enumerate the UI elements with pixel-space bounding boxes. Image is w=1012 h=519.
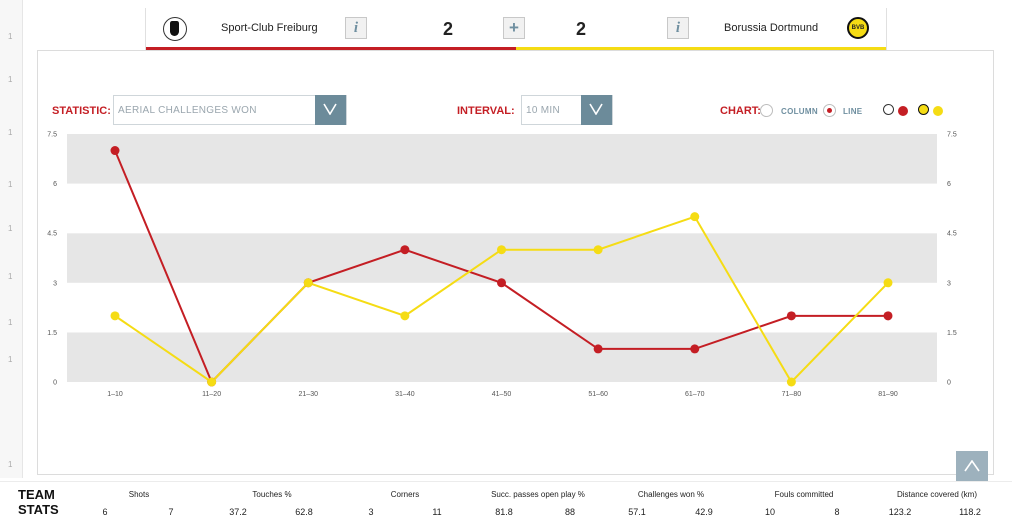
y-tick-label-left: 3 — [53, 280, 57, 287]
series-1-point — [303, 278, 313, 288]
grid-band — [67, 183, 937, 234]
y-tick-label-right: 4.5 — [947, 231, 957, 238]
x-tick-label: 21–30 — [299, 391, 319, 398]
series-0-point — [497, 278, 506, 288]
grid-band — [67, 134, 937, 184]
stat-home-value: 57.1 — [628, 507, 646, 517]
stat-label: Shots — [128, 490, 150, 499]
stat-label: Corners — [390, 490, 420, 499]
series-1-point — [690, 212, 700, 222]
stat-away-value: 118.2 — [959, 507, 981, 517]
series-0-point — [110, 146, 120, 156]
scroll-up-button[interactable] — [956, 451, 988, 483]
stat-away-value: 11 — [432, 507, 442, 517]
series-1-point — [400, 311, 410, 321]
stat-home-value: 3 — [368, 507, 374, 517]
stat-label: Touches % — [252, 490, 292, 499]
y-tick-label-left: 1.5 — [47, 330, 57, 337]
y-tick-label-left: 0 — [53, 380, 57, 387]
grid-band — [67, 233, 937, 283]
y-tick-label-right: 7.5 — [947, 132, 957, 139]
stat-away-value: 62.8 — [295, 507, 313, 517]
grid-band — [67, 332, 937, 382]
grid-band — [67, 282, 937, 333]
stat-home-value: 6 — [102, 507, 108, 517]
team-stats-bar: TEAM STATS Shots 6 7 Touches % 37.2 62.8 Corne… — [0, 481, 1012, 519]
team-stats-title: TEAM STATS — [18, 487, 59, 517]
team-stats-title-line1: TEAM — [18, 487, 55, 502]
series-1-point — [883, 278, 893, 288]
y-tick-label-right: 1.5 — [947, 330, 957, 337]
series-0-point — [593, 344, 603, 354]
stat-label: Fouls committed — [774, 490, 834, 499]
x-tick-label: 41–50 — [492, 391, 512, 398]
y-tick-label-right: 0 — [947, 380, 951, 387]
series-0-point — [786, 311, 796, 321]
series-1-point — [497, 245, 506, 255]
series-1-point — [786, 377, 796, 387]
x-tick-label: 11–20 — [202, 391, 221, 398]
stat-label: Distance covered (km) — [896, 490, 978, 499]
stat-away-value: 88 — [564, 507, 576, 517]
y-tick-label-left: 7.5 — [47, 132, 57, 139]
stat-home-value: 10 — [764, 507, 776, 517]
chevron-up-icon — [964, 460, 980, 472]
stat-label: Challenges won % — [637, 490, 705, 499]
x-tick-label: 61–70 — [685, 391, 705, 398]
x-tick-label: 81–90 — [878, 391, 898, 398]
x-tick-label: 1–10 — [107, 391, 123, 398]
x-tick-label: 51–60 — [588, 391, 608, 398]
y-tick-label-left: 4.5 — [47, 231, 57, 238]
stat-home-value: 123.2 — [888, 507, 912, 517]
stat-home-value: 81.8 — [495, 507, 513, 517]
y-tick-label-left: 6 — [53, 181, 57, 188]
team-stats-title-line2: STATS — [18, 502, 59, 517]
series-1-point — [593, 245, 603, 255]
y-tick-label-right: 6 — [947, 181, 951, 188]
stat-away-value: 8 — [834, 507, 840, 517]
y-tick-label-right: 3 — [947, 280, 951, 287]
series-1-point — [110, 311, 120, 321]
series-1-point — [207, 377, 217, 387]
x-tick-label: 31–40 — [395, 391, 415, 398]
x-tick-label: 71–80 — [782, 391, 802, 398]
series-0-point — [690, 344, 700, 354]
stat-home-value: 37.2 — [229, 507, 247, 517]
stat-away-value: 7 — [168, 507, 174, 517]
stat-away-value: 42.9 — [695, 507, 713, 517]
series-0-point — [400, 245, 410, 255]
line-chart: 0 0 1.5 1.5 3 3 4.5 4.5 6 6 7.5 7.5 1–10 11–20 21–30 31… — [47, 132, 957, 399]
series-0-point — [883, 311, 893, 321]
stat-label: Succ. passes open play % — [491, 490, 585, 499]
